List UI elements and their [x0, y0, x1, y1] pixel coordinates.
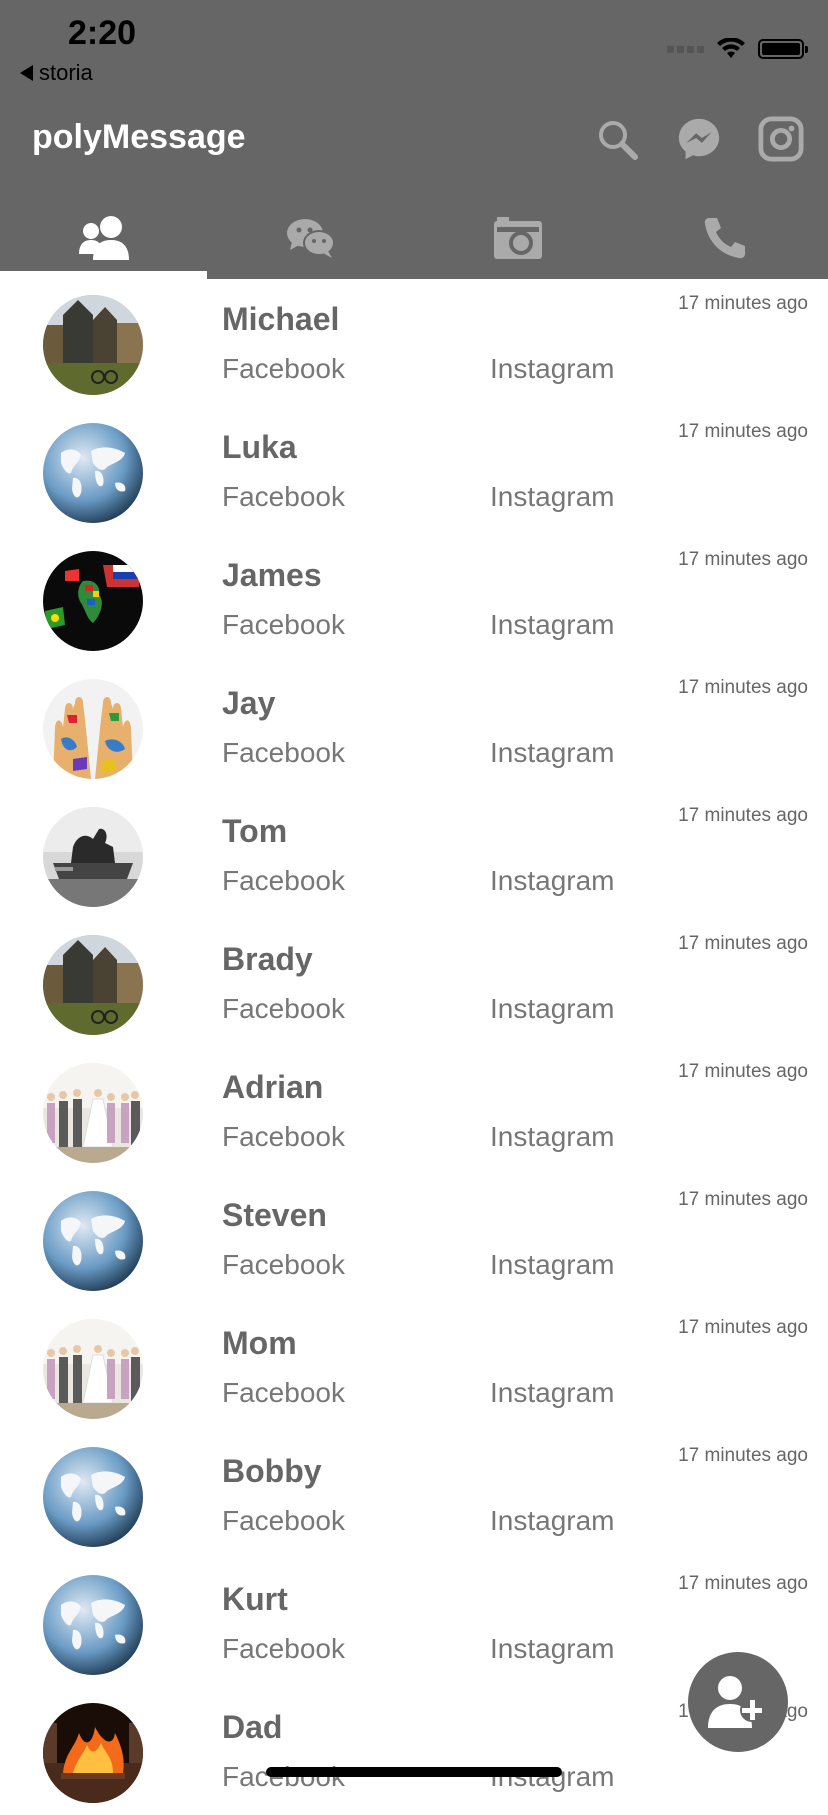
facebook-link[interactable]: Facebook [222, 993, 345, 1025]
avatar[interactable] [43, 423, 143, 523]
add-contact-icon [708, 1676, 764, 1728]
tab-camera[interactable] [414, 196, 621, 279]
wifi-icon [717, 38, 745, 58]
instagram-link[interactable]: Instagram [490, 1377, 615, 1409]
avatar[interactable] [43, 1319, 143, 1419]
battery-icon [758, 39, 808, 59]
search-icon[interactable] [594, 116, 640, 162]
contact-list: Michael Facebook Instagram 17 minutes ago Lu… [0, 279, 828, 1815]
back-label: storia [39, 60, 93, 85]
instagram-link[interactable]: Instagram [490, 481, 615, 513]
app-title: polyMessage [32, 118, 246, 156]
last-seen-time: 17 minutes ago [678, 293, 808, 314]
avatar[interactable] [43, 1575, 143, 1675]
contact-name: Tom [222, 813, 288, 849]
active-tab-indicator [0, 271, 207, 279]
avatar[interactable] [43, 551, 143, 651]
contact-row[interactable]: Brady Facebook Instagram 17 minutes ago [0, 919, 828, 1047]
tab-chats[interactable] [207, 196, 414, 279]
instagram-link[interactable]: Instagram [490, 1633, 615, 1665]
avatar[interactable] [43, 679, 143, 779]
instagram-icon[interactable] [758, 116, 804, 162]
avatar[interactable] [43, 1703, 143, 1803]
facebook-link[interactable]: Facebook [222, 737, 345, 769]
last-seen-time: 17 minutes ago [678, 421, 808, 442]
last-seen-time: 17 minutes ago [678, 1189, 808, 1210]
contact-name: Mom [222, 1325, 297, 1361]
contact-row[interactable]: Tom Facebook Instagram 17 minutes ago [0, 791, 828, 919]
facebook-link[interactable]: Facebook [222, 1249, 345, 1281]
contact-name: Luka [222, 429, 297, 465]
contact-row[interactable]: Steven Facebook Instagram 17 minutes ago [0, 1175, 828, 1303]
contact-row[interactable]: James Facebook Instagram 17 minutes ago [0, 535, 828, 663]
contact-name: Steven [222, 1197, 327, 1233]
instagram-link[interactable]: Instagram [490, 609, 615, 641]
facebook-link[interactable]: Facebook [222, 1505, 345, 1537]
avatar[interactable] [43, 807, 143, 907]
instagram-link[interactable]: Instagram [490, 1121, 615, 1153]
facebook-link[interactable]: Facebook [222, 481, 345, 513]
last-seen-time: 17 minutes ago [678, 1061, 808, 1082]
instagram-link[interactable]: Instagram [490, 737, 615, 769]
tab-bar [0, 196, 828, 279]
facebook-link[interactable]: Facebook [222, 1377, 345, 1409]
instagram-link[interactable]: Instagram [490, 1249, 615, 1281]
contact-row[interactable]: Jay Facebook Instagram 17 minutes ago [0, 663, 828, 791]
contact-row[interactable]: Luka Facebook Instagram 17 minutes ago [0, 407, 828, 535]
facebook-link[interactable]: Facebook [222, 1761, 345, 1793]
back-to-app-link[interactable]: storia [20, 60, 93, 86]
contact-name: Dad [222, 1709, 283, 1745]
chat-bubbles-icon [286, 218, 335, 258]
facebook-link[interactable]: Facebook [222, 353, 345, 385]
contact-row[interactable]: Mom Facebook Instagram 17 minutes ago [0, 1303, 828, 1431]
phone-icon [704, 217, 745, 258]
avatar[interactable] [43, 295, 143, 395]
back-arrow-icon [20, 65, 33, 81]
contact-name: Brady [222, 941, 313, 977]
contact-row[interactable]: Adrian Facebook Instagram 17 minutes ago [0, 1047, 828, 1175]
contact-name: Jay [222, 685, 276, 721]
camera-icon [493, 216, 542, 259]
contacts-icon [78, 215, 129, 260]
app-header: 2:20 storia polyMessage [0, 0, 828, 279]
tab-contacts[interactable] [0, 196, 207, 279]
facebook-link[interactable]: Facebook [222, 1633, 345, 1665]
last-seen-time: 17 minutes ago [678, 1573, 808, 1594]
avatar[interactable] [43, 935, 143, 1035]
last-seen-time: 17 minutes ago [678, 933, 808, 954]
status-indicators [667, 38, 808, 60]
instagram-link[interactable]: Instagram [490, 353, 615, 385]
cellular-signal-icon [667, 45, 704, 53]
contact-name: Michael [222, 301, 340, 337]
contact-row[interactable]: Bobby Facebook Instagram 17 minutes ago [0, 1431, 828, 1559]
contact-name: Kurt [222, 1581, 288, 1617]
facebook-link[interactable]: Facebook [222, 609, 345, 641]
instagram-link[interactable]: Instagram [490, 1761, 615, 1793]
add-contact-button[interactable] [688, 1652, 788, 1752]
messenger-icon[interactable] [676, 116, 722, 162]
contact-name: Adrian [222, 1069, 324, 1105]
avatar[interactable] [43, 1191, 143, 1291]
last-seen-time: 17 minutes ago [678, 1445, 808, 1466]
facebook-link[interactable]: Facebook [222, 865, 345, 897]
instagram-link[interactable]: Instagram [490, 865, 615, 897]
contact-row[interactable]: Michael Facebook Instagram 17 minutes ago [0, 279, 828, 407]
facebook-link[interactable]: Facebook [222, 1121, 345, 1153]
tab-calls[interactable] [621, 196, 828, 279]
instagram-link[interactable]: Instagram [490, 1505, 615, 1537]
status-time: 2:20 [68, 14, 137, 52]
home-indicator [266, 1767, 562, 1777]
last-seen-time: 17 minutes ago [678, 1317, 808, 1338]
contact-name: James [222, 557, 322, 593]
avatar[interactable] [43, 1063, 143, 1163]
instagram-link[interactable]: Instagram [490, 993, 615, 1025]
contact-name: Bobby [222, 1453, 322, 1489]
last-seen-time: 17 minutes ago [678, 805, 808, 826]
last-seen-time: 17 minutes ago [678, 549, 808, 570]
avatar[interactable] [43, 1447, 143, 1547]
last-seen-time: 17 minutes ago [678, 677, 808, 698]
